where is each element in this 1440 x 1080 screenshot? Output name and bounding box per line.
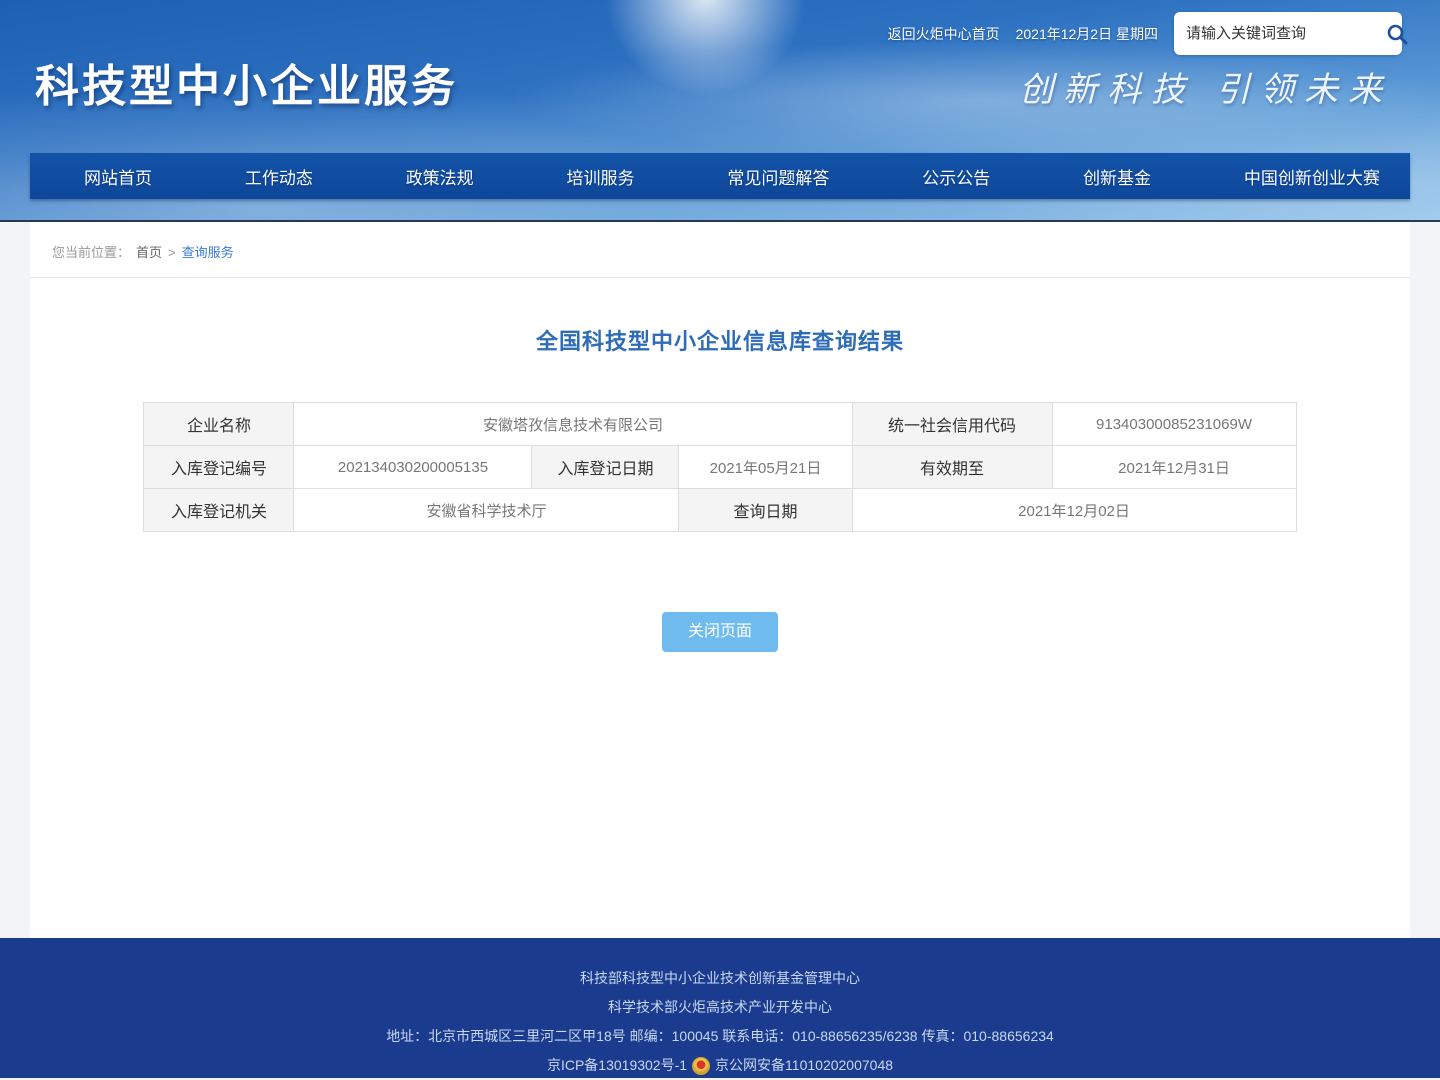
- police-badge-icon: [692, 1057, 710, 1075]
- table-cell-label: 查询日期: [679, 489, 852, 532]
- table-cell-value: 安徽塔孜信息技术有限公司: [294, 403, 852, 446]
- footer-org-line-2: 科学技术部火炬高技术产业开发中心: [0, 993, 1440, 1022]
- table-cell-value: 2021年12月02日: [852, 489, 1296, 532]
- nav-item-2[interactable]: 工作动态: [227, 164, 331, 189]
- breadcrumb-separator: >: [168, 245, 176, 260]
- table-cell-label: 有效期至: [852, 446, 1052, 489]
- nav-item-1[interactable]: 网站首页: [66, 164, 170, 189]
- nav-item-4[interactable]: 培训服务: [549, 164, 653, 189]
- site-slogan: 创新科技 引领未来: [1019, 62, 1392, 111]
- footer-org-line-1: 科技部科技型中小企业技术创新基金管理中心: [0, 964, 1440, 993]
- breadcrumb-prefix: 您当前位置：: [52, 245, 130, 260]
- public-security-record-link[interactable]: 京公网安备11010202007048: [715, 1051, 893, 1080]
- table-row: 入库登记机关安徽省科学技术厅查询日期2021年12月02日: [144, 489, 1296, 532]
- search-icon: [1385, 22, 1409, 46]
- breadcrumb-current-link[interactable]: 查询服务: [182, 245, 234, 260]
- site-header: 科技型中小企业服务 创新科技 引领未来 返回火炬中心首页 2021年12月2日 …: [0, 0, 1440, 222]
- main-content: 您当前位置： 首页 > 查询服务 全国科技型中小企业信息库查询结果 企业名称安徽塔孜信…: [30, 222, 1410, 938]
- table-cell-value: 202134030200005135: [294, 446, 532, 489]
- table-row: 入库登记编号202134030200005135入库登记日期2021年05月21…: [144, 446, 1296, 489]
- nav-item-7[interactable]: 创新基金: [1065, 164, 1169, 189]
- nav-item-5[interactable]: 常见问题解答: [709, 164, 847, 189]
- table-cell-label: 企业名称: [144, 403, 294, 446]
- table-cell-value: 安徽省科学技术厅: [294, 489, 679, 532]
- current-date-text: 2021年12月2日 星期四: [1016, 24, 1158, 44]
- result-table-body: 企业名称安徽塔孜信息技术有限公司统一社会信用代码9134030008523106…: [144, 403, 1296, 532]
- result-table: 企业名称安徽塔孜信息技术有限公司统一社会信用代码9134030008523106…: [143, 402, 1296, 532]
- torch-center-home-link[interactable]: 返回火炬中心首页: [888, 24, 1000, 44]
- nav-item-8[interactable]: 中国创新创业大赛: [1226, 164, 1398, 189]
- table-cell-value: 91340300085231069W: [1052, 403, 1296, 446]
- search-input[interactable]: [1186, 25, 1385, 42]
- table-cell-label: 入库登记日期: [532, 446, 679, 489]
- table-cell-label: 入库登记机关: [144, 489, 294, 532]
- table-cell-value: 2021年12月31日: [1052, 446, 1296, 489]
- nav-item-3[interactable]: 政策法规: [388, 164, 492, 189]
- button-row: 关闭页面: [30, 612, 1410, 652]
- table-cell-label: 入库登记编号: [144, 446, 294, 489]
- table-row: 企业名称安徽塔孜信息技术有限公司统一社会信用代码9134030008523106…: [144, 403, 1296, 446]
- site-logo: 科技型中小企业服务: [35, 50, 458, 114]
- footer-address-line: 地址：北京市西城区三里河二区甲18号 邮编：100045 联系电话：010-88…: [0, 1022, 1440, 1051]
- site-footer: 科技部科技型中小企业技术创新基金管理中心 科学技术部火炬高技术产业开发中心 地址…: [0, 938, 1440, 1078]
- footer-beian-line: 京ICP备13019302号-1 京公网安备11010202007048: [0, 1051, 1440, 1080]
- table-cell-label: 统一社会信用代码: [852, 403, 1052, 446]
- main-nav: 网站首页 工作动态 政策法规 培训服务 常见问题解答 公示公告 创新基金 中国创新创业大赛: [30, 153, 1410, 199]
- header-top-bar: 返回火炬中心首页 2021年12月2日 星期四: [888, 12, 1402, 55]
- page-title: 全国科技型中小企业信息库查询结果: [30, 324, 1410, 356]
- nav-item-6[interactable]: 公示公告: [904, 164, 1008, 189]
- search-box: [1174, 12, 1402, 55]
- breadcrumb: 您当前位置： 首页 > 查询服务: [30, 222, 1410, 278]
- close-page-button[interactable]: 关闭页面: [662, 612, 778, 652]
- search-button[interactable]: [1385, 19, 1409, 49]
- breadcrumb-home-link[interactable]: 首页: [136, 245, 162, 260]
- table-cell-value: 2021年05月21日: [679, 446, 852, 489]
- icp-record-link[interactable]: 京ICP备13019302号-1: [547, 1051, 687, 1080]
